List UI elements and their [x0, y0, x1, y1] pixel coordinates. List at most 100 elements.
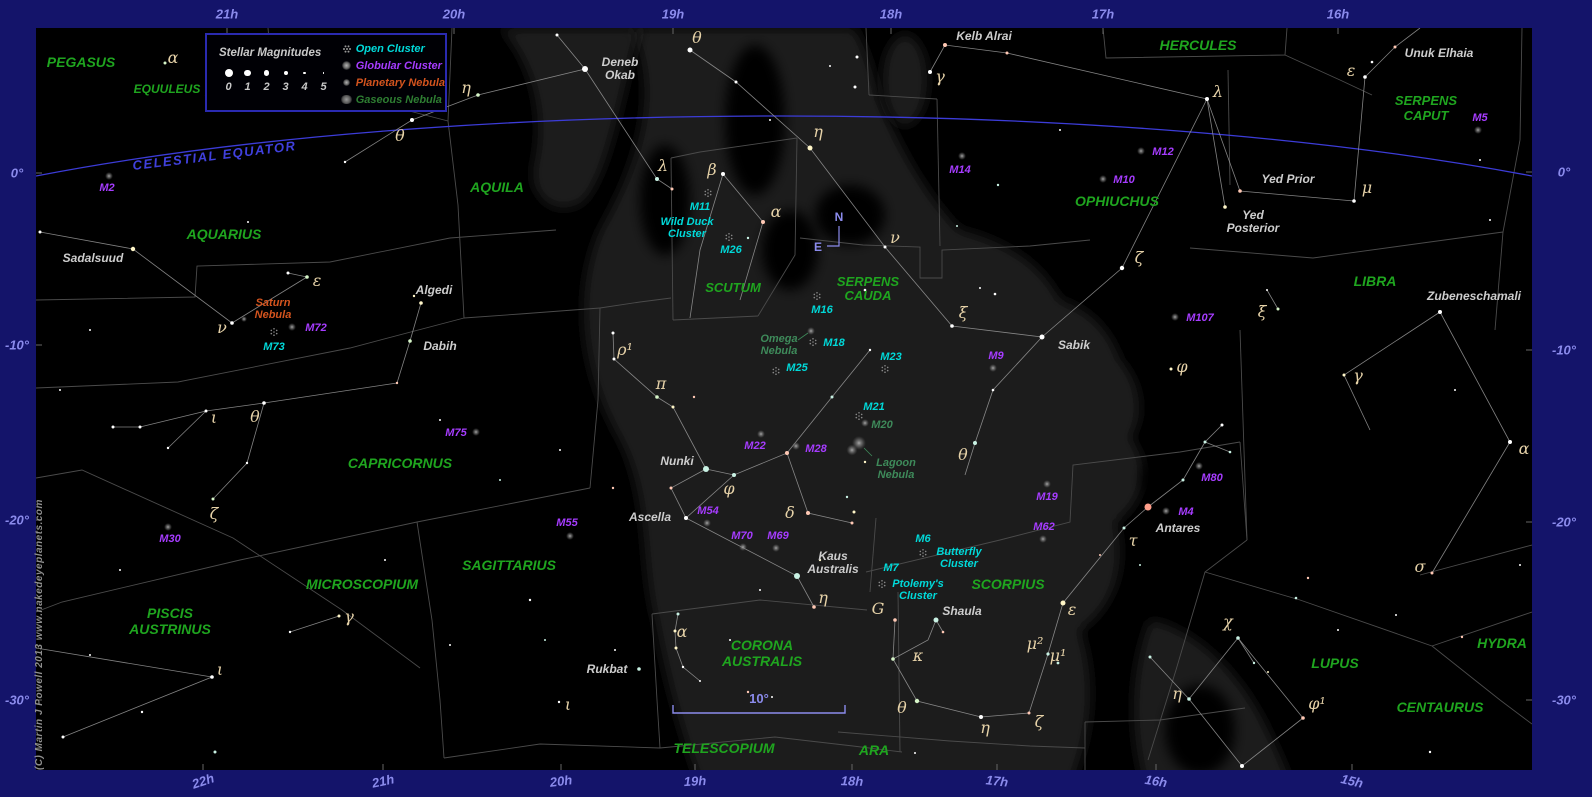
star — [1204, 441, 1207, 444]
star — [1267, 671, 1269, 673]
greek-letter-label: π — [655, 374, 667, 393]
constellation-label: SCORPIUS — [971, 576, 1045, 592]
dso-note-label: Omega — [760, 333, 797, 345]
star — [1040, 335, 1045, 340]
globular-marker-M30 — [164, 523, 172, 531]
constellation-label: EQUULEUS — [134, 82, 201, 96]
legend-item-planetary: Planetary Nebula — [338, 74, 445, 91]
messier-label-M23: M23 — [880, 351, 901, 363]
greek-letter-label: α — [677, 622, 688, 641]
star — [1343, 374, 1346, 377]
greek-letter-label: η — [818, 588, 828, 607]
legend-item-label: Globular Cluster — [356, 60, 442, 72]
dso-note-label: M20 — [871, 419, 893, 431]
open-cluster-dot — [276, 333, 278, 335]
star — [973, 441, 977, 445]
greek-letter-label: G — [872, 599, 885, 618]
boundary-line — [1503, 28, 1522, 232]
dark-rift — [1135, 545, 1175, 595]
star — [230, 321, 234, 325]
globular-marker-M28 — [792, 442, 800, 450]
globular-marker-M5 — [1474, 126, 1482, 134]
open-cluster-dot — [778, 372, 780, 374]
star — [1371, 61, 1374, 64]
open-cluster-dot — [814, 297, 816, 299]
star — [997, 184, 999, 186]
star — [419, 301, 423, 305]
open-cluster-dot — [273, 331, 275, 333]
ra-label-bottom: 15h — [1339, 771, 1364, 791]
constellation-label: AQUILA — [469, 179, 524, 195]
dso-note-label: Ptolemy's — [892, 578, 944, 590]
star — [262, 401, 266, 405]
constellation-label: CENTAURUS — [1397, 699, 1485, 715]
open-cluster-dot — [728, 236, 730, 238]
globular-marker-M55 — [566, 532, 574, 540]
open-cluster-dot — [922, 555, 924, 557]
dso-note-label: Cluster — [940, 558, 979, 570]
star — [1519, 564, 1521, 566]
greek-letter-label: β — [706, 160, 716, 179]
ra-label-bottom: 20h — [549, 772, 573, 790]
figure-line — [290, 616, 339, 632]
constellation-label: LUPUS — [1311, 655, 1359, 671]
star — [672, 406, 675, 409]
star — [1307, 577, 1309, 579]
star — [1061, 601, 1066, 606]
dso-note-label: Saturn — [256, 297, 291, 309]
dark-rift — [762, 210, 818, 290]
compass-east-label: E — [814, 240, 822, 254]
open-marker-icon — [346, 48, 348, 50]
boundary-line — [448, 28, 452, 121]
greek-letter-label: α — [168, 48, 179, 67]
open-cluster-dot — [815, 340, 817, 342]
globular-marker-icon — [342, 61, 351, 70]
open-cluster-dot — [856, 417, 858, 419]
magnitude-dot-3 — [284, 71, 288, 75]
magnitude-dot-0 — [225, 69, 233, 77]
constellation-label: AQUARIUS — [186, 226, 262, 242]
magnitude-dot-2 — [264, 70, 269, 75]
messier-label-M16: M16 — [811, 304, 833, 316]
messier-label-M107: M107 — [1186, 312, 1214, 324]
star-name-label: Deneb — [602, 55, 639, 69]
star — [214, 751, 217, 754]
open-cluster-dot — [810, 340, 812, 342]
star — [808, 146, 813, 151]
star — [119, 569, 121, 571]
star — [141, 711, 143, 713]
star — [1170, 368, 1173, 371]
globular-marker-M72 — [288, 323, 296, 331]
open-cluster-dot — [273, 328, 275, 330]
messier-label-M75: M75 — [445, 427, 467, 439]
ra-label-bottom: 17h — [985, 772, 1009, 789]
open-cluster-dot — [775, 370, 777, 372]
dec-label-right: -20° — [1552, 515, 1576, 530]
constellation-label: SCUTUM — [705, 280, 762, 295]
dso-note-label: Butterfly — [936, 546, 982, 558]
boundary-line — [1495, 232, 1503, 330]
star — [408, 339, 412, 343]
boundary-line — [36, 318, 464, 388]
greek-letter-label: ζ — [1035, 712, 1045, 731]
messier-label-M10: M10 — [1113, 174, 1135, 186]
legend-items: Open ClusterGlobular ClusterPlanetary Ne… — [338, 35, 445, 110]
open-cluster-dot — [271, 330, 273, 332]
constellation-label: CAUDA — [845, 288, 892, 303]
magnitude-number: 4 — [295, 81, 314, 93]
star — [637, 667, 641, 671]
open-cluster-dot — [775, 367, 777, 369]
greek-letter-label: ν — [217, 318, 227, 337]
star — [558, 701, 560, 703]
star — [613, 358, 616, 361]
open-cluster-dot — [707, 192, 709, 194]
open-cluster-dot — [925, 551, 927, 553]
greek-letter-label: λ — [657, 156, 668, 175]
star — [131, 247, 135, 251]
star — [1139, 564, 1141, 566]
star-name-label: Nunki — [660, 454, 694, 468]
messier-label-M21: M21 — [863, 401, 884, 413]
messier-label-M5: M5 — [1472, 112, 1488, 124]
greek-letter-label: θ — [250, 407, 260, 426]
boundary-line — [1240, 330, 1247, 540]
